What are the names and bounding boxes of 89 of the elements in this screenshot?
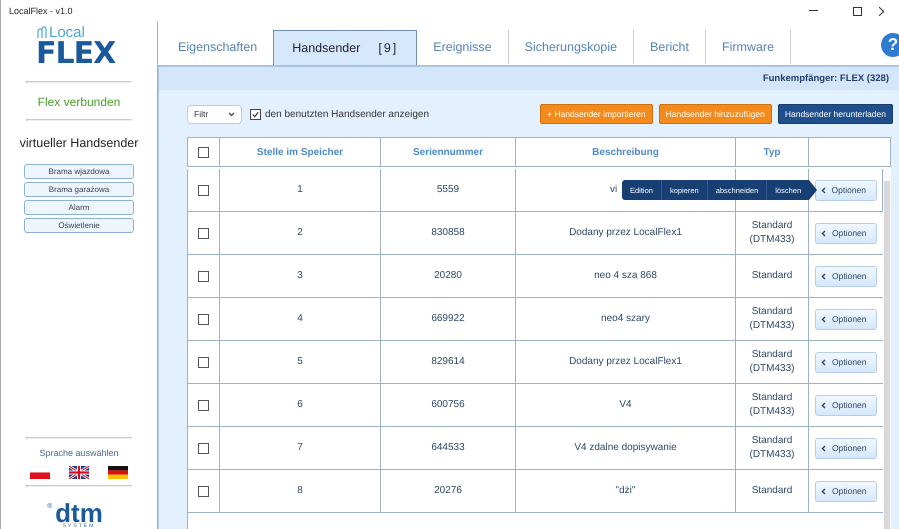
row-checkbox[interactable]	[198, 270, 209, 282]
options-button[interactable]: Optionen	[815, 480, 877, 502]
table-cell: 7	[220, 427, 381, 469]
table-cell: 1	[220, 169, 381, 211]
action-button[interactable]: Handsender herunterladen	[778, 104, 893, 124]
options-button[interactable]: Optionen	[815, 394, 877, 416]
table-cell: Standard (DTM433)	[736, 384, 809, 426]
tab[interactable]: Handsender [9]	[273, 30, 418, 65]
chevron-left-icon	[821, 488, 826, 494]
remote-button[interactable]: Brama wjazdowa	[24, 164, 134, 179]
tab[interactable]: Ereignisse	[417, 30, 509, 64]
options-button[interactable]: Optionen	[815, 352, 877, 372]
table-cell: 830858	[381, 212, 516, 254]
column-header: Beschreibung	[516, 138, 736, 166]
row-checkbox[interactable]	[198, 228, 209, 238]
table-cell: 8	[220, 470, 381, 512]
table-cell: 5	[220, 341, 381, 383]
maximize-icon[interactable]	[852, 6, 862, 16]
logo-text: Local	[49, 24, 85, 41]
options-button[interactable]: Optionen	[815, 266, 877, 286]
remote-button[interactable]: Brama garażowa	[24, 182, 134, 197]
brand-logo: dtm	[55, 503, 103, 523]
row-checkbox[interactable]	[198, 486, 209, 496]
table-cell: Standard (DTM433)	[736, 427, 809, 469]
options-button[interactable]: Optionen	[815, 222, 877, 244]
row-checkbox[interactable]	[198, 356, 209, 368]
table-cell: Standard	[736, 470, 809, 512]
receiver-label: Funkempfänger: FLEX (328)	[762, 73, 889, 84]
filter-dropdown[interactable]: Filtr	[187, 104, 242, 124]
chevron-left-icon	[821, 358, 826, 366]
column-header: Typ	[736, 138, 809, 166]
table-cell: 3	[220, 255, 381, 297]
table-cell: Standard (DTM433)	[736, 212, 809, 254]
chevron-left-icon	[820, 186, 826, 194]
row-checkbox[interactable]	[198, 442, 209, 454]
checkbox-label: den benutzten Handsender anzeigen	[265, 108, 430, 120]
table-cell: neo 4 sza 868	[594, 269, 657, 283]
remote-button[interactable]: Alarm	[24, 200, 134, 215]
tab[interactable]: Firmware	[706, 30, 792, 64]
language-label: Sprache auswählen	[39, 448, 119, 458]
chevron-left-icon	[821, 444, 826, 452]
table-cell: 6	[220, 384, 381, 426]
tab[interactable]: Sicherungskopie	[508, 30, 634, 64]
polish-flag-icon[interactable]	[30, 466, 50, 479]
table-cell: V4 zdalne dopisywanie	[574, 441, 677, 455]
row-checkbox[interactable]	[198, 314, 209, 324]
table-cell: "dżi"	[616, 484, 636, 498]
table-cell: 644533	[381, 427, 516, 469]
table-cell: 20276	[381, 470, 516, 512]
table-cell: 669922	[381, 298, 516, 340]
table-cell: Standard (DTM433)	[736, 298, 809, 340]
table-cell: Dodany przez LocalFlex1	[569, 355, 682, 369]
table-cell: 829614	[381, 341, 516, 383]
connection-status: Flex verbunden	[38, 95, 120, 109]
select-all-checkbox[interactable]	[198, 146, 209, 158]
table-cell: 2	[220, 212, 381, 254]
options-button[interactable]: Optionen	[814, 180, 876, 200]
table-cell: vi	[610, 183, 618, 197]
options-button[interactable]: Optionen	[815, 308, 877, 330]
table-cell: Dodany przez LocalFlex1	[569, 226, 682, 240]
chevron-left-icon	[821, 230, 826, 236]
options-button[interactable]: Optionen	[815, 438, 877, 458]
table-cell: neo4 szary	[601, 312, 650, 326]
tab[interactable]: Bericht	[634, 30, 706, 64]
table-cell: 5559	[381, 169, 516, 211]
remote-button[interactable]: Oświetlenie	[24, 218, 134, 233]
minimize-icon[interactable]	[808, 10, 818, 12]
chevron-left-icon	[821, 272, 826, 280]
logo-wordmark: FLEX	[36, 41, 116, 67]
row-checkbox[interactable]	[198, 400, 209, 410]
column-header: Stelle im Speicher	[220, 138, 381, 166]
table-cell: 600756	[381, 384, 516, 426]
chevron-left-icon	[821, 316, 826, 322]
tab[interactable]: Eigenschaften	[162, 30, 274, 64]
table-cell: V4	[619, 398, 632, 412]
help-button[interactable]: ?	[881, 33, 899, 57]
checkbox[interactable]	[250, 108, 261, 120]
table-cell: 20280	[381, 255, 516, 297]
column-header: Seriennummer	[381, 138, 516, 166]
german-flag-icon[interactable]	[108, 466, 128, 479]
table-cell: Standard (DTM433)	[736, 341, 809, 383]
british-flag-icon[interactable]	[69, 466, 89, 479]
chevron-down-icon	[228, 112, 235, 116]
window-title: LocalFlex - v1.0	[9, 6, 73, 16]
section-title: virtueller Handsender	[20, 136, 138, 150]
table-cell: Standard	[736, 255, 809, 297]
chevron-left-icon	[821, 402, 826, 408]
table-cell: 4	[220, 298, 381, 340]
row-checkbox[interactable]	[198, 184, 209, 196]
